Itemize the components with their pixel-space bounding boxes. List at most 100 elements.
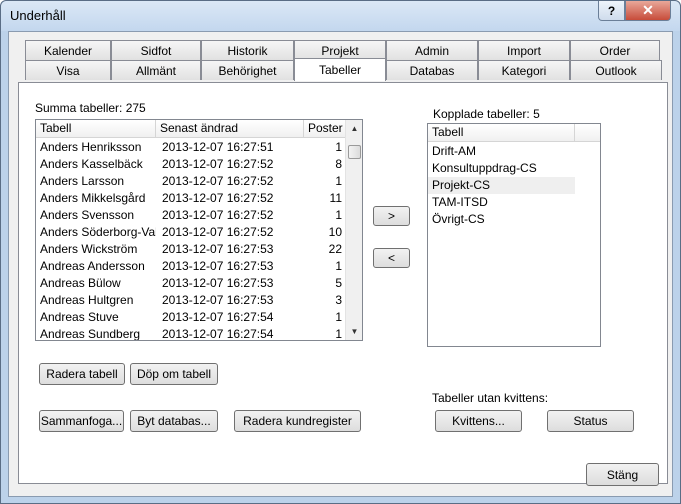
move-left-button[interactable]: < xyxy=(373,248,410,268)
switch-database-button[interactable]: Byt databas... xyxy=(130,410,218,432)
record-count-cell: 1 xyxy=(335,259,342,273)
delete-customer-register-button[interactable]: Radera kundregister xyxy=(234,410,361,432)
status-button[interactable]: Status xyxy=(547,410,634,432)
tab-import[interactable]: Import xyxy=(478,40,570,60)
table-name-cell: Andreas Bülow xyxy=(40,276,121,290)
total-tables-label: Summa tabeller: 275 xyxy=(35,101,146,115)
merge-button[interactable]: Sammanfoga... xyxy=(39,410,124,432)
modified-date-cell: 2013-12-07 16:27:52 xyxy=(162,225,274,239)
linked-tables-list[interactable]: Tabell Drift-AM Konsultuppdrag-CS Projekt-… xyxy=(427,123,601,347)
linked-tables-list-header: Tabell xyxy=(428,124,600,142)
tab-order[interactable]: Order xyxy=(570,40,660,60)
tab-tabeller[interactable]: Tabeller xyxy=(294,58,386,81)
modified-date-cell: 2013-12-07 16:27:54 xyxy=(162,327,274,341)
move-right-button[interactable]: > xyxy=(373,206,410,226)
record-count-cell: 8 xyxy=(335,157,342,171)
tab-kalender[interactable]: Kalender xyxy=(25,40,111,60)
tables-list[interactable]: Tabell Senast ändrad Poster Anders Henri… xyxy=(35,119,363,341)
linked-tables-label: Kopplade tabeller: 5 xyxy=(433,107,540,121)
modified-date-cell: 2013-12-07 16:27:52 xyxy=(162,157,274,171)
modified-date-cell: 2013-12-07 16:27:52 xyxy=(162,174,274,188)
table-row[interactable]: Andreas Andersson 2013-12-07 16:27:53 1 xyxy=(36,258,347,275)
tab-admin[interactable]: Admin xyxy=(386,40,478,60)
table-name-cell: Anders Mikkelsgård xyxy=(40,191,146,205)
table-name-cell: Anders Kasselbäck xyxy=(40,157,143,171)
record-count-cell: 10 xyxy=(328,225,342,239)
linked-table-row[interactable]: TAM-ITSD xyxy=(428,194,575,211)
table-name-cell: Anders Wickström xyxy=(40,242,138,256)
tab-kategori[interactable]: Kategori xyxy=(478,60,570,80)
linked-table-row[interactable]: Drift-AM xyxy=(428,143,575,160)
maintenance-window: Underhåll ? ✕ Kalender Sidfot Historik Proj… xyxy=(0,0,681,504)
table-row[interactable]: Anders Söderborg-Val 2013-12-07 16:27:52 1… xyxy=(36,224,347,241)
linked-table-name: Drift-AM xyxy=(432,144,476,158)
help-button[interactable]: ? xyxy=(598,1,625,21)
table-row[interactable]: Andreas Hultgren 2013-12-07 16:27:53 3 xyxy=(36,292,347,309)
receipt-button[interactable]: Kvittens... xyxy=(435,410,522,432)
modified-date-cell: 2013-12-07 16:27:53 xyxy=(162,293,274,307)
table-row[interactable]: Anders Larsson 2013-12-07 16:27:52 1 xyxy=(36,173,347,190)
tab-allmänt[interactable]: Allmänt xyxy=(111,60,201,80)
record-count-cell: 22 xyxy=(328,242,342,256)
delete-table-button[interactable]: Radera tabell xyxy=(39,363,125,385)
modified-date-cell: 2013-12-07 16:27:53 xyxy=(162,259,274,273)
tab-sidfot[interactable]: Sidfot xyxy=(111,40,201,60)
modified-date-cell: 2013-12-07 16:27:54 xyxy=(162,310,274,324)
close-dialog-button[interactable]: Stäng xyxy=(586,463,659,486)
linked-table-name: Konsultuppdrag-CS xyxy=(432,161,537,175)
record-count-cell: 1 xyxy=(335,140,342,154)
linked-table-name: TAM-ITSD xyxy=(432,195,488,209)
table-name-cell: Anders Söderborg-Val xyxy=(40,225,156,239)
table-row[interactable]: Anders Mikkelsgård 2013-12-07 16:27:52 11 xyxy=(36,190,347,207)
close-window-button[interactable]: ✕ xyxy=(625,1,671,21)
table-name-cell: Andreas Hultgren xyxy=(40,293,134,307)
modified-date-cell: 2013-12-07 16:27:51 xyxy=(162,140,274,154)
record-count-cell: 11 xyxy=(329,191,342,205)
tab-projekt[interactable]: Projekt xyxy=(294,40,386,60)
record-count-cell: 1 xyxy=(335,310,342,324)
modified-date-cell: 2013-12-07 16:27:52 xyxy=(162,191,274,205)
tables-list-scrollbar[interactable]: ▲ ▼ xyxy=(345,120,362,340)
table-name-cell: Anders Henriksson xyxy=(40,140,142,154)
record-count-cell: 1 xyxy=(335,208,342,222)
tab-historik[interactable]: Historik xyxy=(201,40,294,60)
modified-date-cell: 2013-12-07 16:27:53 xyxy=(162,242,274,256)
table-row[interactable]: Anders Kasselbäck 2013-12-07 16:27:52 8 xyxy=(36,156,347,173)
linked-table-name: Projekt-CS xyxy=(432,178,491,192)
table-name-cell: Anders Svensson xyxy=(40,208,135,222)
column-header-tabell[interactable]: Tabell xyxy=(36,120,156,138)
table-name-cell: Andreas Sundberg xyxy=(40,327,141,341)
record-count-cell: 1 xyxy=(335,174,342,188)
tab-behörighet[interactable]: Behörighet xyxy=(201,60,294,80)
linked-table-row[interactable]: Konsultuppdrag-CS xyxy=(428,160,575,177)
linked-table-row[interactable]: Projekt-CS xyxy=(428,177,575,194)
table-row[interactable]: Andreas Sundberg 2013-12-07 16:27:54 1 xyxy=(36,326,347,341)
no-receipt-label: Tabeller utan kvittens: xyxy=(432,391,549,405)
table-row[interactable]: Anders Svensson 2013-12-07 16:27:52 1 xyxy=(36,207,347,224)
column-header-senast-andrad[interactable]: Senast ändrad xyxy=(156,120,304,138)
scroll-thumb[interactable] xyxy=(348,145,361,159)
table-name-cell: Andreas Stuve xyxy=(40,310,119,324)
window-title: Underhåll xyxy=(10,8,66,23)
tab-outlook[interactable]: Outlook xyxy=(570,60,662,80)
table-name-cell: Anders Larsson xyxy=(40,174,125,188)
table-row[interactable]: Andreas Bülow 2013-12-07 16:27:53 5 xyxy=(36,275,347,292)
scroll-up-arrow-icon[interactable]: ▲ xyxy=(346,120,362,137)
modified-date-cell: 2013-12-07 16:27:53 xyxy=(162,276,274,290)
title-bar: Underhåll ? ✕ xyxy=(1,1,680,31)
table-row[interactable]: Andreas Stuve 2013-12-07 16:27:54 1 xyxy=(36,309,347,326)
scroll-down-arrow-icon[interactable]: ▼ xyxy=(346,323,362,340)
tab-visa[interactable]: Visa xyxy=(25,60,111,80)
column-header-poster[interactable]: Poster xyxy=(304,120,347,138)
column-header-tabell-linked[interactable]: Tabell xyxy=(428,124,575,142)
linked-table-name: Övrigt-CS xyxy=(432,212,485,226)
record-count-cell: 5 xyxy=(335,276,342,290)
rename-table-button[interactable]: Döp om tabell xyxy=(130,363,218,385)
tab-databas[interactable]: Databas xyxy=(386,60,478,80)
table-row[interactable]: Anders Wickström 2013-12-07 16:27:53 22 xyxy=(36,241,347,258)
tables-list-header: Tabell Senast ändrad Poster xyxy=(36,120,362,138)
table-name-cell: Andreas Andersson xyxy=(40,259,145,273)
linked-table-row[interactable]: Övrigt-CS xyxy=(428,211,575,228)
table-row[interactable]: Anders Henriksson 2013-12-07 16:27:51 1 xyxy=(36,139,347,156)
tab-panel-tabeller: Summa tabeller: 275 Tabell Senast ändrad… xyxy=(18,82,668,484)
